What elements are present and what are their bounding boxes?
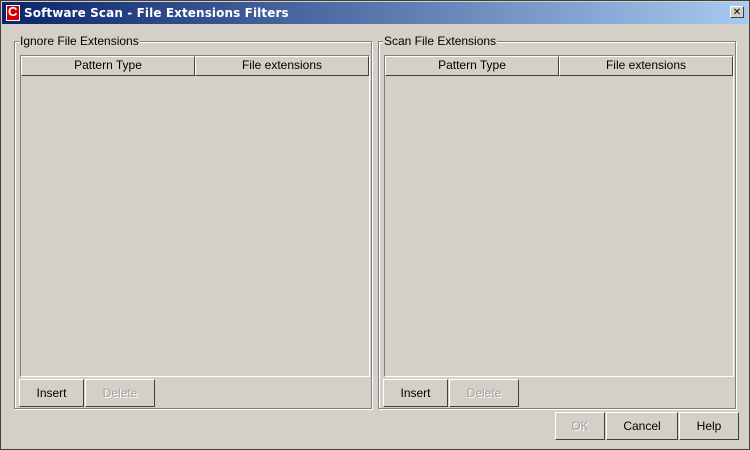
column-header-pattern-type[interactable]: Pattern Type	[21, 56, 195, 76]
ok-button[interactable]: OK	[555, 412, 605, 440]
table-header: Pattern Type File extensions	[21, 56, 369, 76]
help-button[interactable]: Help	[679, 412, 739, 440]
scan-extensions-table[interactable]: Pattern Type File extensions	[384, 55, 734, 377]
close-button[interactable]: ✕	[730, 6, 744, 18]
title-bar[interactable]: Software Scan - File Extensions Filters …	[2, 2, 748, 24]
scan-delete-button[interactable]: Delete	[449, 379, 519, 407]
ignore-insert-button[interactable]: Insert	[19, 379, 84, 407]
app-logo-icon	[6, 4, 20, 21]
column-header-pattern-type[interactable]: Pattern Type	[385, 56, 559, 76]
ignore-extensions-table[interactable]: Pattern Type File extensions	[20, 55, 370, 377]
ignore-delete-button[interactable]: Delete	[85, 379, 155, 407]
scan-extensions-group: Scan File Extensions Pattern Type File e…	[378, 34, 736, 409]
column-header-file-extensions[interactable]: File extensions	[195, 56, 369, 76]
column-header-file-extensions[interactable]: File extensions	[559, 56, 733, 76]
ignore-extensions-group: Ignore File Extensions Pattern Type File…	[14, 34, 372, 409]
scan-insert-button[interactable]: Insert	[383, 379, 448, 407]
dialog-window: Software Scan - File Extensions Filters …	[0, 0, 750, 450]
window-title: Software Scan - File Extensions Filters	[24, 6, 289, 20]
ignore-group-label: Ignore File Extensions	[19, 34, 140, 48]
table-header: Pattern Type File extensions	[385, 56, 733, 76]
scan-group-label: Scan File Extensions	[383, 34, 498, 48]
cancel-button[interactable]: Cancel	[606, 412, 678, 440]
